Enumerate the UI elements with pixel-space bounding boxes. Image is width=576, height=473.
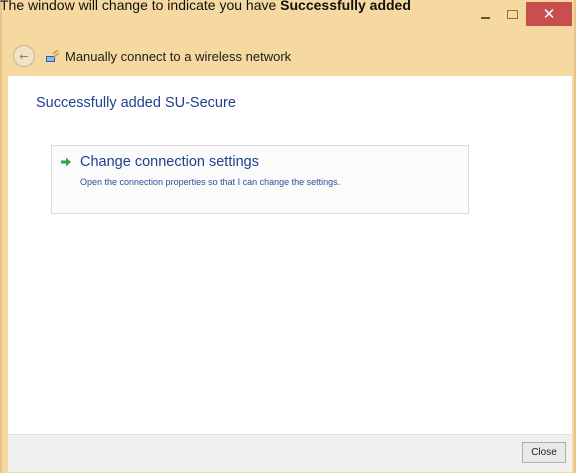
close-button[interactable]: Close — [522, 442, 566, 463]
caption-text: The window will change to indicate you h… — [0, 0, 281, 13]
minimize-icon — [481, 17, 490, 19]
green-arrow-icon — [61, 157, 71, 167]
option-title: Change connection settings — [80, 154, 259, 170]
wireless-network-icon — [46, 49, 60, 62]
footer-bar: Close — [8, 434, 572, 472]
success-heading: Successfully added SU-Secure — [36, 95, 236, 111]
back-arrow-icon: ← — [19, 49, 29, 63]
back-button[interactable]: ← — [13, 45, 35, 67]
wizard-window: ✕ ← Manually connect to a wireless netwo… — [0, 0, 576, 473]
window-title: Manually connect to a wireless network — [65, 48, 292, 64]
navigation-bar: ← Manually connect to a wireless network — [4, 36, 572, 76]
change-connection-settings-option[interactable]: Change connection settings Open the conn… — [51, 145, 469, 214]
instruction-caption: The window will change to indicate you h… — [0, 0, 576, 15]
main-content: Successfully added SU-Secure Change conn… — [8, 76, 572, 434]
caption-bold-text: Successfully added — [280, 0, 411, 13]
option-description: Open the connection properties so that I… — [80, 177, 341, 187]
